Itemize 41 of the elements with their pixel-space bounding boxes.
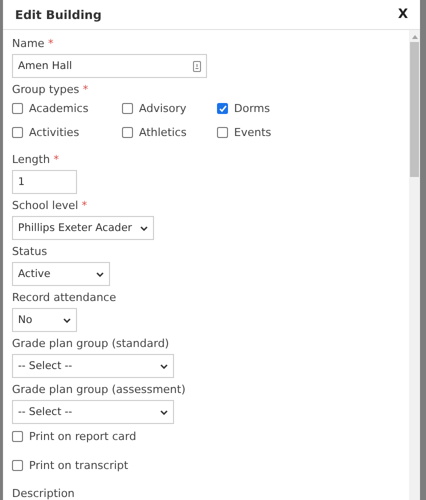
field-label: Length *: [12, 153, 60, 167]
chevron-down-icon: [160, 410, 168, 414]
field-label: Record attendance: [12, 291, 118, 305]
chevron-down-icon: [96, 272, 104, 276]
text-field[interactable]: Amen Hall: [12, 54, 207, 78]
checkbox-label: Academics: [29, 102, 88, 115]
contact-card-icon[interactable]: [193, 60, 201, 72]
checkbox[interactable]: [217, 127, 228, 138]
field-label: Group types *: [12, 83, 90, 97]
checkbox[interactable]: [122, 127, 133, 138]
checkbox-label: Print on report card: [29, 430, 136, 443]
select-dropdown[interactable]: -- Select --: [12, 400, 174, 424]
checkbox-label: Advisory: [139, 102, 186, 115]
checkbox[interactable]: [12, 127, 23, 138]
checkbox[interactable]: [122, 103, 133, 114]
select-dropdown[interactable]: No: [12, 308, 77, 332]
field-label: School level *: [12, 199, 88, 213]
checkbox[interactable]: [217, 103, 228, 114]
checkbox[interactable]: [12, 431, 23, 442]
select-dropdown[interactable]: Active: [12, 262, 110, 286]
checkbox-label: Athletics: [139, 126, 187, 139]
checkbox[interactable]: [12, 460, 23, 471]
scrollbar[interactable]: [409, 30, 420, 500]
field-label: Name *: [12, 37, 54, 51]
dialog-title: Edit Building: [15, 8, 102, 22]
checkbox[interactable]: [12, 103, 23, 114]
field-label: Status: [12, 245, 48, 259]
checkbox-label: Print on transcript: [29, 459, 128, 472]
field-label: Grade plan group (standard): [12, 337, 170, 351]
close-button[interactable]: X: [398, 7, 408, 22]
field-label: Grade plan group (assessment): [12, 383, 187, 397]
chevron-down-icon: [140, 226, 148, 230]
select-dropdown[interactable]: Phillips Exeter Acader: [12, 216, 154, 240]
select-dropdown[interactable]: -- Select --: [12, 354, 174, 378]
checkbox-label: Activities: [29, 126, 80, 139]
text-field[interactable]: 1: [12, 170, 77, 194]
chevron-down-icon: [63, 318, 71, 322]
checkbox-label: Events: [234, 126, 272, 139]
chevron-down-icon: [160, 364, 168, 368]
checkbox-label: Dorms: [234, 102, 270, 115]
field-label: Description: [12, 487, 76, 500]
